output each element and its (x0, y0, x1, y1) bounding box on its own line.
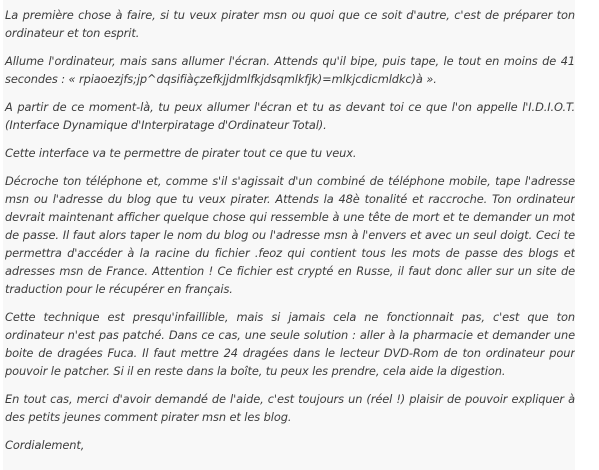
paragraph-power-on: Allume l'ordinateur, mais sans allumer l… (5, 54, 575, 86)
paragraph-intro: La première chose à faire, si tu veux pi… (5, 8, 575, 40)
paragraph-patch: Cette technique est presqu'infaillible, … (5, 310, 575, 378)
right-margin (580, 0, 599, 470)
article-body: La première chose à faire, si tu veux pi… (3, 0, 575, 470)
paragraph-interface: A partir de ce moment-là, tu peux allume… (5, 100, 575, 132)
paragraph-thanks: En tout cas, merci d'avoir demandé de l'… (5, 392, 575, 424)
paragraph-phone-steps: Décroche ton téléphone et, comme s'il s'… (5, 174, 575, 296)
paragraph-purpose: Cette interface va te permettre de pirat… (5, 146, 357, 160)
signoff-text: Cordialement, (5, 438, 85, 452)
